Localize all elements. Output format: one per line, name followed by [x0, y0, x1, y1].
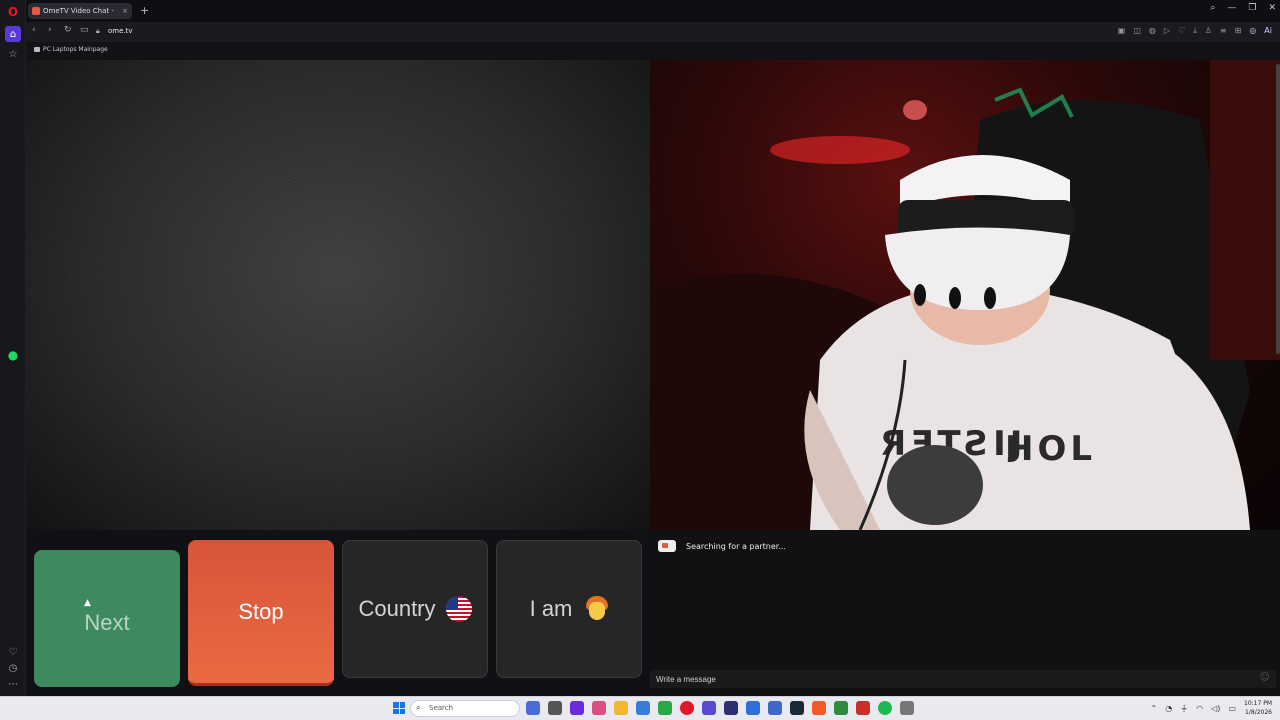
game-app-icon[interactable]: [856, 701, 870, 715]
heart-icon[interactable]: ♡: [1178, 26, 1185, 36]
tab-title: OmeTV Video Chat -: [43, 7, 114, 15]
emoji-icon[interactable]: ☺: [1260, 672, 1270, 683]
aria-ai-button[interactable]: Ai: [1264, 26, 1272, 36]
i-am-button-label: I am: [529, 596, 573, 621]
opera-icon[interactable]: [680, 701, 694, 715]
menu-icon[interactable]: ≡: [1220, 26, 1227, 36]
country-button-label: Country: [358, 596, 436, 621]
spotify-icon[interactable]: [878, 701, 892, 715]
window-controls: ⌕ — ❐ ✕: [1210, 3, 1276, 13]
battery-icon[interactable]: ▭: [1228, 704, 1236, 713]
back-icon[interactable]: ‹: [32, 25, 36, 35]
country-button[interactable]: Country: [342, 540, 488, 678]
mouse-cursor-icon: ▲: [84, 598, 91, 608]
clock-time: 10:17 PM: [1244, 700, 1272, 707]
camera-app-icon[interactable]: [768, 701, 782, 715]
play-icon[interactable]: ▷: [1164, 26, 1170, 36]
more-icon[interactable]: ⋯: [5, 676, 21, 692]
opera-sidebar: O ⌂ ☆ ● ♡ ◷ ⋯: [0, 0, 26, 696]
profile-icon[interactable]: ♙: [1205, 26, 1212, 36]
folder-icon: [34, 47, 40, 52]
usb-icon[interactable]: ⏚: [1180, 703, 1188, 714]
stop-button[interactable]: Stop: [188, 540, 334, 686]
mail-icon[interactable]: [746, 701, 760, 715]
address-bar-actions: ▣ ◫ ◍ ▷ ♡ ⤓ ♙ ≡ ⊞ ◎ Ai: [1118, 26, 1272, 36]
boy-face-icon: [586, 596, 609, 622]
ometv-favicon-icon: [32, 7, 40, 15]
folder-icon[interactable]: [614, 701, 628, 715]
snapshot-icon[interactable]: ◫: [1133, 26, 1141, 36]
spotify-icon[interactable]: ●: [5, 347, 21, 363]
search-icon: ⌕: [416, 703, 421, 712]
bookmark-label: PC Laptops Mainpage: [43, 46, 108, 53]
address-bar: ‹ › ↻ ▭ 🔒︎ ome.tv ▣ ◫ ◍ ▷ ♡ ⤓ ♙ ≡ ⊞ ◎ Ai: [26, 22, 1280, 42]
chat-message-input[interactable]: [650, 670, 1276, 688]
media-app-icon[interactable]: [812, 701, 826, 715]
volume-icon[interactable]: ◁): [1211, 704, 1220, 713]
settings-icon[interactable]: [900, 701, 914, 715]
task-view-icon[interactable]: [548, 701, 562, 715]
yahoo-icon[interactable]: [570, 701, 584, 715]
chat-panel: Searching for a partner... ☺: [650, 530, 1280, 696]
search-tabs-icon[interactable]: ⌕: [1210, 3, 1215, 13]
vpn-icon[interactable]: [724, 701, 738, 715]
i-am-button[interactable]: I am: [496, 540, 642, 678]
windows-taskbar: ⌕ Search ⌃ ◔ ⏚ ◠ ◁) ▭ 10:17 PM 1/8/2026: [0, 696, 1280, 720]
network-icon[interactable]: ◔: [1165, 704, 1172, 713]
calculator-icon[interactable]: [636, 701, 650, 715]
teams-icon[interactable]: [702, 701, 716, 715]
taskbar-search[interactable]: ⌕ Search: [410, 700, 520, 717]
vpn-icon[interactable]: ◍: [1149, 26, 1156, 36]
forward-icon[interactable]: ›: [48, 25, 52, 35]
tab-bar: OmeTV Video Chat - × + ⌕ — ❐ ✕: [26, 0, 1280, 22]
close-tab-icon[interactable]: ×: [122, 7, 128, 15]
history-icon[interactable]: ◷: [5, 660, 21, 676]
download-icon[interactable]: ⤓: [1193, 26, 1197, 36]
extensions-icon[interactable]: ⊞: [1235, 26, 1242, 36]
xbox-icon[interactable]: [658, 701, 672, 715]
steam-icon[interactable]: [790, 701, 804, 715]
chat-status-text: Searching for a partner...: [686, 541, 786, 551]
camera-icon[interactable]: ▣: [1118, 26, 1126, 36]
url-field[interactable]: ome.tv: [108, 27, 133, 35]
page-scrollbar[interactable]: [1276, 64, 1280, 354]
partner-video-static: [26, 60, 650, 530]
star-icon[interactable]: ☆: [5, 46, 21, 62]
bookmark-item[interactable]: PC Laptops Mainpage: [34, 46, 108, 53]
chevron-up-icon[interactable]: ⌃: [1150, 704, 1157, 713]
clock[interactable]: 10:17 PM 1/8/2026: [1244, 699, 1272, 717]
file-explorer-icon[interactable]: [526, 701, 540, 715]
close-window-icon[interactable]: ✕: [1268, 3, 1276, 13]
maximize-icon[interactable]: ❐: [1248, 3, 1256, 13]
heart-icon[interactable]: ♡: [5, 644, 21, 660]
home-icon[interactable]: ⌂: [5, 26, 21, 42]
clock-date: 1/8/2026: [1245, 709, 1272, 716]
taskbar-search-label: Search: [429, 704, 454, 712]
svg-text:HOL: HOL: [1005, 429, 1096, 469]
ometv-logo-icon: [658, 540, 676, 552]
copilot-icon[interactable]: [592, 701, 606, 715]
bookmarks-bar: PC Laptops Mainpage: [26, 42, 1280, 58]
new-tab-button[interactable]: +: [140, 4, 149, 17]
tab-ometv[interactable]: OmeTV Video Chat - ×: [28, 3, 132, 19]
taskbar-apps: [526, 701, 914, 715]
reload-icon[interactable]: ↻: [64, 25, 72, 35]
aria-ai-icon[interactable]: ◎: [1249, 26, 1256, 36]
spreadsheet-icon[interactable]: [834, 701, 848, 715]
webcam-person-illustration: ЯƎTƧIJ HOL: [650, 60, 1280, 530]
system-tray: ⌃ ◔ ⏚ ◠ ◁) ▭ 10:17 PM 1/8/2026: [1150, 699, 1272, 717]
minimize-icon[interactable]: —: [1227, 3, 1236, 13]
tabs-icon[interactable]: ▭: [80, 25, 89, 35]
chat-status-row: Searching for a partner...: [658, 540, 786, 552]
ometv-page: ЯƎTƧIJ HOL Next Stop Country I am ▲ Sear…: [26, 58, 1280, 696]
windows-start-icon[interactable]: [393, 702, 405, 714]
next-button[interactable]: Next: [34, 550, 180, 687]
stop-button-label: Stop: [238, 598, 284, 624]
opera-logo-icon[interactable]: O: [5, 4, 21, 20]
self-webcam-video: ЯƎTƧIJ HOL: [650, 60, 1280, 530]
lock-icon: 🔒︎: [96, 27, 100, 35]
wifi-icon[interactable]: ◠: [1196, 704, 1203, 713]
us-flag-icon: [445, 596, 472, 622]
next-button-label: Next: [84, 609, 130, 635]
